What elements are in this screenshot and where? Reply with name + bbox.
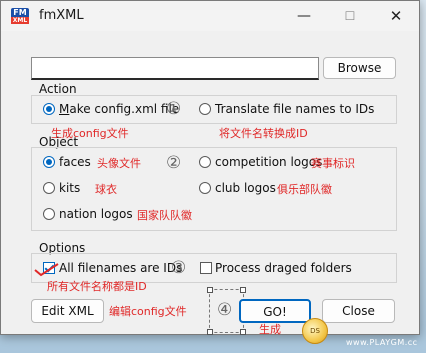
window-title: fmXML: [39, 8, 84, 23]
edit-xml-button[interactable]: Edit XML: [31, 299, 104, 323]
app-icon-line1: FM: [13, 8, 27, 17]
all-ids-annotation: 所有文件名称都是ID: [47, 280, 147, 293]
translate-label[interactable]: Translate file names to IDs: [215, 102, 374, 116]
step-3-marker: ③: [171, 258, 187, 278]
process-folders-label[interactable]: Process draged folders: [215, 261, 352, 275]
nation-logos-radio[interactable]: [43, 208, 55, 220]
process-folders-checkbox[interactable]: [200, 262, 212, 274]
faces-label[interactable]: faces: [59, 155, 91, 169]
nation-logos-label[interactable]: nation logos: [59, 207, 133, 221]
step-4-marker: ④: [217, 300, 233, 320]
edit-config-annotation: 编辑config文件: [109, 305, 187, 318]
path-input[interactable]: [31, 57, 319, 80]
close-button[interactable]: Close: [322, 299, 395, 323]
edit-xml-label: Edit XML: [41, 304, 94, 318]
go-label: GO!: [263, 305, 287, 319]
sticker-badge-icon: DS: [302, 318, 328, 344]
browse-button[interactable]: Browse: [323, 57, 396, 79]
kits-radio[interactable]: [43, 182, 55, 194]
title-bar[interactable]: FM XML fmXML — ☐ ✕: [1, 1, 419, 31]
kits-label[interactable]: kits: [59, 181, 80, 195]
competition-logos-label[interactable]: competition logos: [215, 155, 322, 169]
action-group-label: Action: [39, 82, 77, 96]
go-button[interactable]: GO!: [239, 299, 311, 323]
generate-annotation: 生成: [259, 323, 281, 336]
club-annotation: 俱乐部队徽: [277, 183, 332, 196]
step-1-marker: ①: [166, 99, 182, 119]
resize-handle: [240, 329, 246, 335]
app-icon-line2: XML: [11, 17, 29, 24]
faces-radio[interactable]: [43, 156, 55, 168]
all-filenames-ids-label[interactable]: All filenames are IDs: [59, 261, 182, 275]
club-logos-radio[interactable]: [199, 182, 211, 194]
club-logos-label[interactable]: club logos: [215, 181, 276, 195]
app-icon: FM XML: [11, 8, 29, 24]
resize-handle: [240, 287, 246, 293]
browse-label: Browse: [337, 61, 382, 75]
nation-annotation: 国家队队徽: [137, 209, 192, 222]
maximize-button[interactable]: ☐: [327, 1, 373, 31]
competition-logos-radio[interactable]: [199, 156, 211, 168]
competition-annotation: 赛事标识: [311, 157, 355, 170]
close-window-button[interactable]: ✕: [373, 1, 419, 31]
close-label: Close: [342, 304, 375, 318]
faces-annotation: 头像文件: [97, 157, 141, 170]
resize-handle: [207, 329, 213, 335]
resize-handle: [207, 287, 213, 293]
app-window: FM XML fmXML — ☐ ✕ Browse Action Make co…: [0, 0, 420, 336]
checkmark-annotation-icon: [34, 263, 59, 277]
translate-annotation: 将文件名转换成ID: [219, 127, 308, 140]
make-config-label[interactable]: Make config.xml file: [59, 102, 179, 116]
minimize-button[interactable]: —: [281, 1, 327, 31]
kits-annotation: 球衣: [95, 183, 117, 196]
step-2-marker: ②: [166, 153, 182, 173]
watermark: www.PLAYGM.cc: [346, 338, 418, 347]
make-config-radio[interactable]: [43, 103, 55, 115]
translate-radio[interactable]: [199, 103, 211, 115]
